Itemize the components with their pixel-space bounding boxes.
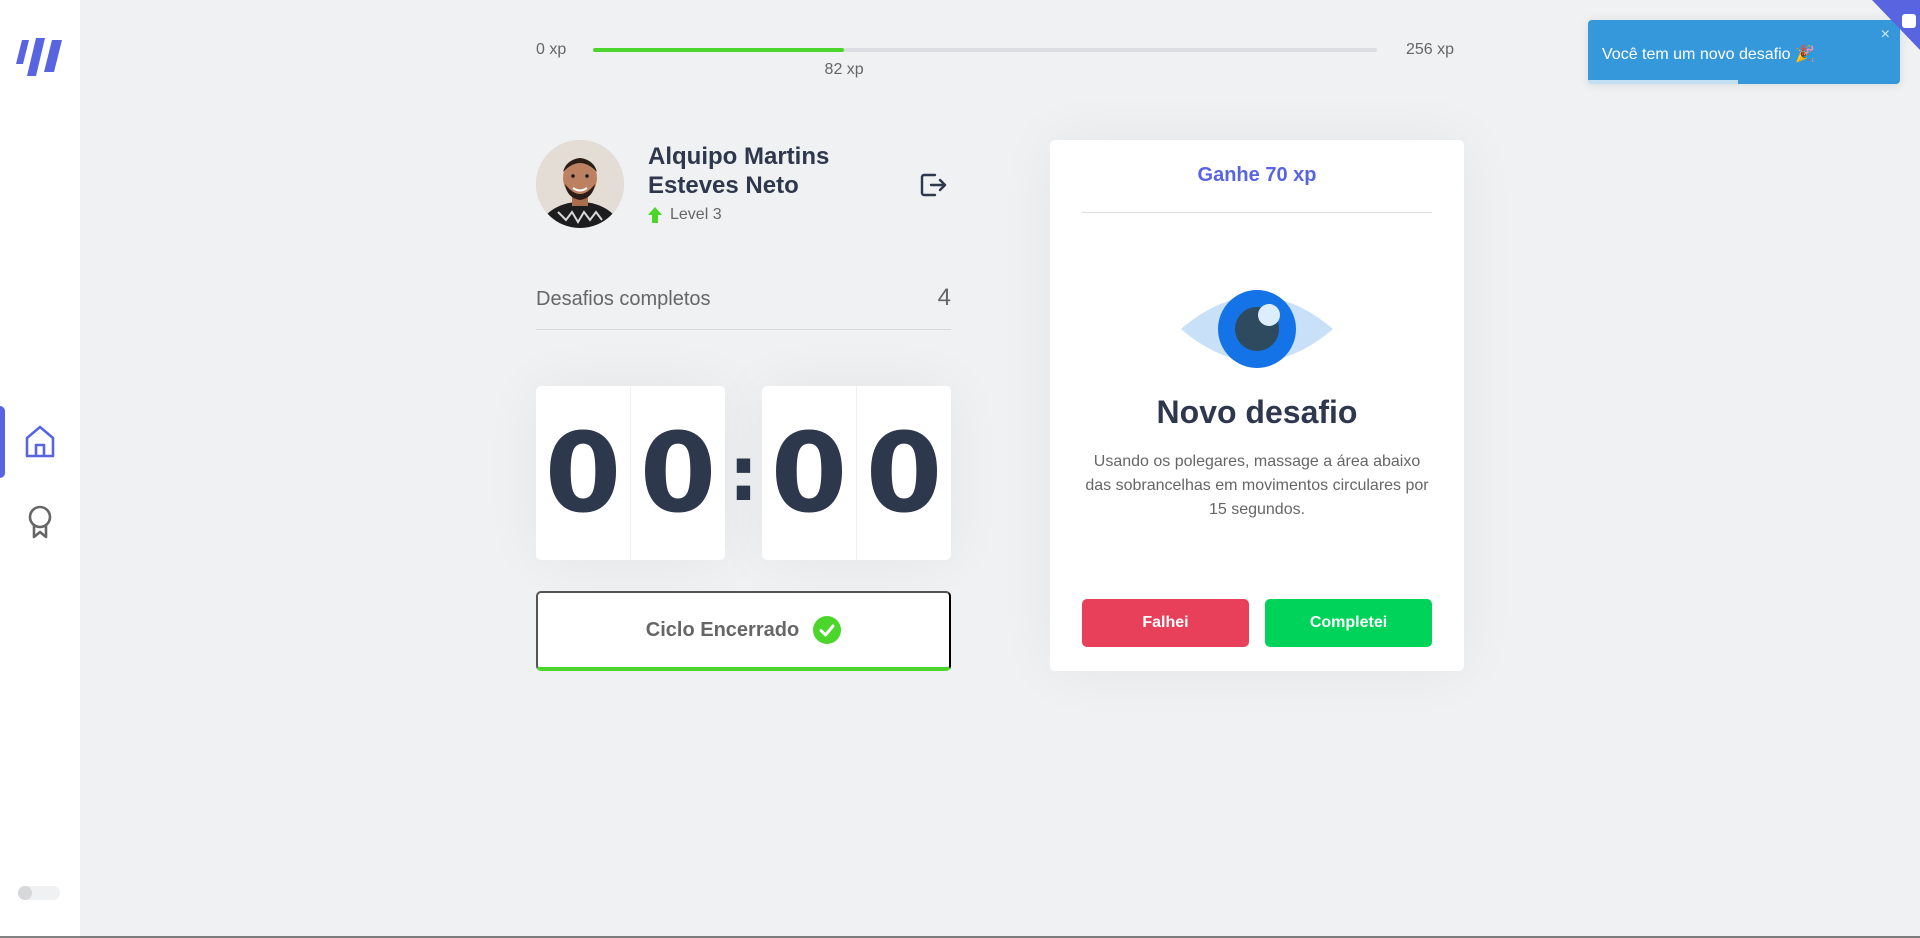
toast-message: Você tem um novo desafio 🎉 xyxy=(1602,46,1815,63)
fail-button[interactable]: Falhei xyxy=(1082,599,1249,647)
theme-toggle-knob xyxy=(18,886,32,900)
completed-challenges-count: 4 xyxy=(937,284,951,311)
xp-current-label: 82 xp xyxy=(824,61,864,78)
completed-challenges: Desafios completos 4 xyxy=(536,284,951,330)
challenge-reward: Ganhe 70 xp xyxy=(1082,164,1432,213)
xp-track xyxy=(593,48,1377,52)
app-logo xyxy=(16,38,62,76)
xp-min-label: 0 xp xyxy=(536,41,567,58)
avatar xyxy=(536,140,624,228)
countdown: 0 0 : 0 0 xyxy=(536,386,951,560)
sidebar xyxy=(0,0,80,938)
award-icon xyxy=(28,505,52,539)
experience-bar: 0 xp 82 xp 256 xp xyxy=(536,38,1454,88)
xp-max-label: 256 xp xyxy=(1405,41,1454,58)
minute-ones-digit: 0 xyxy=(639,409,717,537)
theme-toggle[interactable] xyxy=(18,886,60,900)
second-ones-digit: 0 xyxy=(865,409,943,537)
level-label: Level 3 xyxy=(670,206,722,223)
corner-ribbon xyxy=(1872,0,1920,50)
cycle-button-label: Ciclo Encerrado xyxy=(645,618,800,641)
sidebar-item-home[interactable] xyxy=(0,412,80,472)
challenge-card: Ganhe 70 xp Novo desafio Usando os poleg… xyxy=(1050,140,1464,671)
profile: Alquipo Martins Esteves Neto Level 3 xyxy=(536,140,951,230)
complete-button[interactable]: Completei xyxy=(1265,599,1432,647)
second-tens-digit: 0 xyxy=(762,386,857,560)
level-up-icon xyxy=(648,207,662,223)
countdown-seconds: 0 0 xyxy=(762,386,951,560)
challenge-title: Novo desafio xyxy=(1156,394,1358,430)
countdown-minutes: 0 0 xyxy=(536,386,725,560)
check-circle-icon xyxy=(813,616,842,644)
user-level: Level 3 xyxy=(648,206,722,224)
countdown-separator: : xyxy=(728,428,759,518)
sidebar-item-awards[interactable] xyxy=(0,492,80,552)
logout-icon[interactable] xyxy=(918,170,948,200)
user-name: Alquipo Martins Esteves Neto xyxy=(648,143,830,199)
home-icon xyxy=(25,425,55,458)
cycle-ended-button[interactable]: Ciclo Encerrado xyxy=(536,591,951,671)
eye-icon xyxy=(1181,290,1333,368)
avatar-image xyxy=(536,140,624,228)
toast-progress-bar xyxy=(1588,80,1738,84)
xp-fill xyxy=(593,48,845,52)
minute-tens-digit: 0 xyxy=(536,386,631,560)
completed-challenges-label: Desafios completos xyxy=(536,288,711,310)
challenge-description: Usando os polegares, massage a área abai… xyxy=(1085,453,1429,518)
